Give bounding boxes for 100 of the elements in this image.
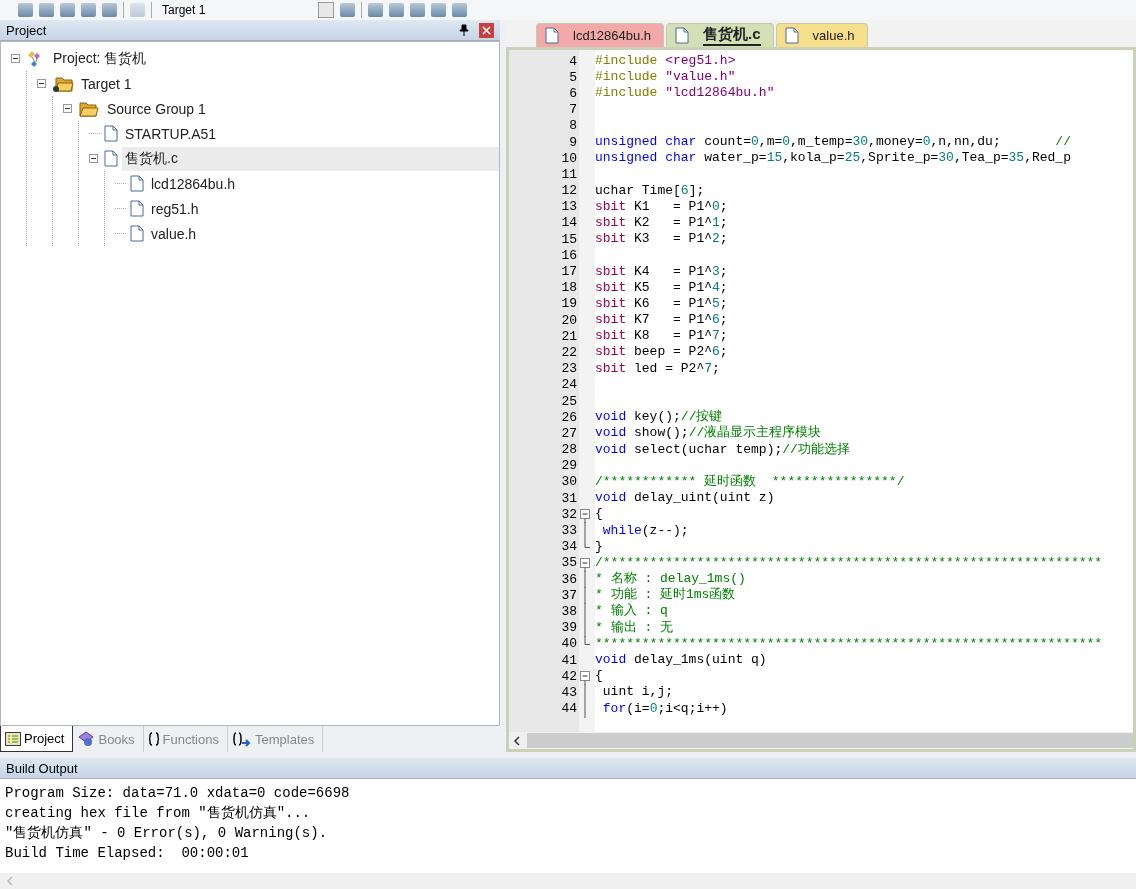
code-line: sbit K3 = P1^2;: [595, 231, 728, 248]
file-icon: [130, 200, 144, 217]
line-number: 6: [568, 85, 577, 101]
line-number: 39: [560, 620, 577, 636]
file-tab[interactable]: lcd12864bu.h: [536, 23, 665, 47]
line-number: 37: [560, 587, 577, 603]
code-line: void delay_uint(uint z): [595, 490, 775, 507]
code-line: * 功能 : 延时1ms函数: [595, 587, 736, 603]
line-number: 40: [560, 636, 577, 652]
scroll-left-icon[interactable]: [513, 735, 521, 746]
output-line: "售货机仿真" - 0 Error(s), 0 Warning(s).: [5, 824, 329, 843]
line-number: 14: [560, 215, 577, 231]
output-line: creating hex file from "售货机仿真"...: [5, 804, 312, 823]
code-line: * 名称 : delay_1ms(): [595, 571, 746, 587]
code-line: {: [595, 668, 603, 685]
code-line: }: [595, 538, 603, 555]
tree-item[interactable]: Source Group 1: [104, 97, 499, 120]
line-number: 38: [560, 603, 577, 619]
code-line: void key();//按键: [595, 409, 723, 425]
file-tab[interactable]: 售货机.c: [666, 23, 774, 47]
tree-item[interactable]: STARTUP.A51: [122, 122, 499, 145]
code-line: sbit K2 = P1^1;: [595, 214, 728, 231]
tree-item[interactable]: value.h: [148, 222, 499, 245]
panel-tab[interactable]: Project: [0, 726, 74, 752]
code-line: while(z--);: [601, 522, 689, 539]
file-icon: [104, 125, 118, 142]
toolbar-icon[interactable]: [60, 3, 75, 17]
tree-item[interactable]: reg51.h: [148, 197, 499, 220]
code-line: void select(uchar temp);//功能选择: [595, 441, 850, 458]
line-number: 9: [568, 134, 577, 150]
code-line: #include "lcd12864bu.h": [595, 85, 775, 102]
toolbar-icon[interactable]: [431, 3, 446, 17]
collapse-icon[interactable]: [89, 154, 100, 163]
code-line: #include "value.h": [595, 69, 736, 86]
code-line: sbit K5 = P1^4;: [595, 279, 728, 296]
tree-item[interactable]: Target 1: [78, 72, 499, 95]
line-number: 10: [560, 150, 577, 166]
pin-icon[interactable]: [459, 24, 469, 36]
tree-item[interactable]: Project: 售货机: [50, 46, 499, 71]
toolbar-icon[interactable]: [39, 3, 54, 17]
line-number: 21: [560, 328, 577, 344]
collapse-icon[interactable]: [63, 104, 74, 113]
folder-icon: [78, 99, 100, 118]
output-line: Build Time Elapsed: 00:00:01: [5, 844, 250, 863]
line-number: 36: [560, 571, 577, 587]
horizontal-scrollbar[interactable]: [509, 732, 1133, 749]
code-line: sbit K6 = P1^5;: [595, 295, 728, 312]
line-number: 12: [560, 183, 577, 199]
code-line: *****************************************************************: [595, 635, 1103, 652]
horizontal-scrollbar[interactable]: [0, 873, 1136, 889]
line-number: 16: [560, 247, 577, 263]
tree-item[interactable]: 售货机.c: [122, 146, 499, 171]
code-line: sbit beep = P2^6;: [595, 344, 728, 361]
panel-title: Project: [6, 22, 48, 38]
toolbar-icon[interactable]: [368, 3, 383, 17]
line-number: 20: [560, 312, 577, 328]
toolbar-icon[interactable]: [18, 3, 33, 17]
close-icon[interactable]: [479, 22, 494, 38]
line-number: 18: [560, 280, 577, 296]
code-line: {: [595, 506, 603, 523]
line-number: 5: [568, 69, 577, 85]
line-number: 22: [560, 344, 577, 360]
code-line: void show();//液晶显示主程序模块: [595, 425, 822, 442]
line-number: 23: [560, 361, 577, 377]
toolbar-icon[interactable]: [410, 3, 425, 17]
tree-item[interactable]: lcd12864bu.h: [148, 172, 499, 195]
line-number: 35: [560, 555, 577, 571]
template-icon: [232, 731, 252, 747]
collapse-icon[interactable]: [37, 79, 48, 88]
toolbar-icon[interactable]: [81, 3, 96, 17]
line-number: 17: [560, 264, 577, 280]
collapse-icon[interactable]: [11, 54, 22, 63]
code-line: * 输入 : q: [595, 603, 668, 620]
toolbar-icon[interactable]: [130, 3, 145, 17]
toolbar-icon[interactable]: [389, 3, 404, 17]
toolbar-icon[interactable]: [102, 3, 117, 17]
code-line: sbit K4 = P1^3;: [595, 263, 728, 280]
line-number: 26: [560, 409, 577, 425]
line-number: 42: [560, 668, 577, 684]
toolbar-icon[interactable]: [340, 3, 355, 17]
file-icon: [104, 150, 118, 167]
line-number: 19: [560, 296, 577, 312]
panel-title: Build Output: [6, 760, 79, 776]
line-number: 31: [560, 490, 577, 506]
code-line: void delay_1ms(uint q): [595, 652, 767, 669]
line-number: 7: [568, 102, 577, 118]
code-line: sbit K7 = P1^6;: [595, 312, 728, 329]
line-number: 32: [560, 506, 577, 522]
code-line: /****************************************************************: [595, 554, 1103, 571]
file-icon: [545, 27, 559, 44]
line-number: 30: [560, 474, 577, 490]
file-tab[interactable]: value.h: [775, 23, 868, 47]
toolbar-icon[interactable]: [452, 3, 467, 17]
output-line: Program Size: data=71.0 xdata=0 code=6698: [5, 784, 351, 803]
line-number: 41: [560, 652, 577, 668]
line-number: 11: [560, 166, 577, 182]
target-dropdown[interactable]: Target 1: [158, 3, 312, 17]
file-icon: [784, 27, 799, 44]
line-number: 44: [560, 701, 577, 717]
project-window-icon: [5, 731, 21, 746]
